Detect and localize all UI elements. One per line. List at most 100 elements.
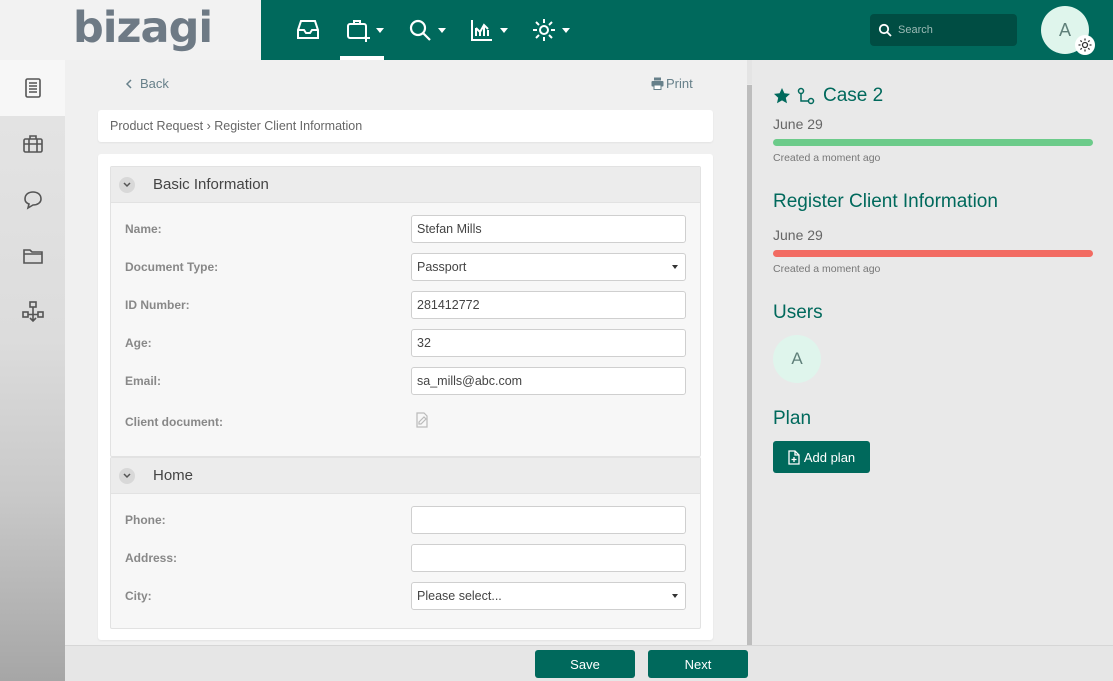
sidebar-item-comments[interactable] xyxy=(0,172,65,228)
star-icon[interactable] xyxy=(773,87,791,105)
nav-inbox[interactable] xyxy=(290,0,322,60)
avatar-settings-icon[interactable] xyxy=(1075,35,1095,55)
select-value: Passport xyxy=(417,260,467,274)
city-select[interactable]: Please select... xyxy=(411,582,686,610)
field-row-address: Address: xyxy=(125,544,687,572)
back-link[interactable]: Back xyxy=(123,76,169,91)
breadcrumb: Product Request › Register Client Inform… xyxy=(98,110,713,142)
field-label: Client document: xyxy=(125,415,223,429)
main-nav xyxy=(290,0,588,60)
phone-input[interactable] xyxy=(411,506,686,534)
document-type-select[interactable]: Passport xyxy=(411,253,686,281)
users-title: Users xyxy=(773,302,823,323)
group-title: Home xyxy=(153,467,194,484)
field-label: Name: xyxy=(125,222,162,236)
address-input[interactable] xyxy=(411,544,686,572)
email-input[interactable]: sa_mills@abc.com xyxy=(411,367,686,395)
field-row-id-number: ID Number: 281412772 xyxy=(125,291,687,319)
printer-icon xyxy=(651,77,664,90)
form-card: Basic Information Name: Stefan Mills Doc… xyxy=(98,154,713,640)
field-label: Age: xyxy=(125,336,152,350)
field-label: Phone: xyxy=(125,513,166,527)
print-label: Print xyxy=(666,76,693,91)
add-plan-button[interactable]: Add plan xyxy=(773,441,870,473)
nav-analytics[interactable] xyxy=(464,0,508,60)
add-document-icon xyxy=(788,449,800,465)
field-label: ID Number: xyxy=(125,298,190,312)
bottom-action-bar: Save Next xyxy=(65,645,1113,681)
chevron-down-icon xyxy=(562,27,570,33)
field-row-age: Age: 32 xyxy=(125,329,687,357)
save-button[interactable]: Save xyxy=(535,650,635,678)
sidebar-item-work-portal[interactable] xyxy=(0,116,65,172)
search-box[interactable] xyxy=(870,14,1017,46)
chevron-left-icon xyxy=(125,78,132,89)
field-row-email: Email: sa_mills@abc.com xyxy=(125,367,687,395)
field-label: Document Type: xyxy=(125,260,219,274)
age-input[interactable]: 32 xyxy=(411,329,686,357)
name-input[interactable]: Stefan Mills xyxy=(411,215,686,243)
field-label: Address: xyxy=(125,551,178,565)
analytics-icon xyxy=(471,20,492,41)
search-icon xyxy=(409,19,431,41)
folder-icon xyxy=(22,249,43,264)
plan-title: Plan xyxy=(773,408,812,429)
inbox-icon xyxy=(297,20,319,39)
comment-icon xyxy=(23,191,42,210)
right-panel: Case 2 June 29 Created a moment ago Regi… xyxy=(752,60,1113,645)
group-header[interactable]: Basic Information xyxy=(111,167,700,203)
left-sidebar xyxy=(0,60,65,681)
sidebar-item-files[interactable] xyxy=(0,228,65,284)
new-case-icon xyxy=(347,20,370,42)
chevron-down-icon xyxy=(119,467,135,484)
field-label: City: xyxy=(125,589,152,603)
task-progress-bar xyxy=(773,250,1093,257)
nav-admin[interactable] xyxy=(526,0,570,60)
dropdown-caret-icon xyxy=(672,594,678,598)
field-row-document-type: Document Type: Passport xyxy=(125,253,687,281)
group-header[interactable]: Home xyxy=(111,458,700,494)
case-date: June 29 xyxy=(773,116,823,132)
case-title: Case 2 xyxy=(823,85,884,106)
task-title: Register Client Information xyxy=(773,191,998,212)
group-basic-information: Basic Information Name: Stefan Mills Doc… xyxy=(110,166,701,457)
id-number-input[interactable]: 281412772 xyxy=(411,291,686,319)
chevron-down-icon xyxy=(500,27,508,33)
dropdown-caret-icon xyxy=(672,265,678,269)
case-created: Created a moment ago xyxy=(773,152,881,164)
chevron-down-icon xyxy=(376,27,384,33)
process-icon xyxy=(797,87,815,105)
field-row-client-document: Client document: xyxy=(125,408,687,436)
group-title: Basic Information xyxy=(153,176,269,193)
search-input[interactable] xyxy=(898,24,1008,36)
chevron-down-icon xyxy=(438,27,446,33)
group-home: Home Phone: Address: City: Please select… xyxy=(110,457,701,629)
briefcase-icon xyxy=(22,135,43,153)
next-button[interactable]: Next xyxy=(648,650,748,678)
field-row-phone: Phone: xyxy=(125,506,687,534)
field-label: Email: xyxy=(125,374,162,388)
nav-new-case[interactable] xyxy=(340,0,384,60)
file-upload-icon[interactable] xyxy=(415,412,429,431)
task-date: June 29 xyxy=(773,227,823,243)
bizagi-logo[interactable]: bizagi xyxy=(73,3,213,53)
gear-icon xyxy=(533,19,555,41)
back-label: Back xyxy=(140,76,169,91)
nav-search[interactable] xyxy=(402,0,446,60)
case-progress-bar xyxy=(773,139,1093,146)
field-row-city: City: Please select... xyxy=(125,582,687,610)
case-header: Case 2 xyxy=(773,85,883,107)
chevron-down-icon xyxy=(119,176,135,193)
document-list-icon xyxy=(24,78,41,98)
task-created: Created a moment ago xyxy=(773,263,881,275)
logo-area: bizagi xyxy=(0,0,261,60)
search-icon xyxy=(878,23,892,37)
assigned-user-avatar[interactable]: A xyxy=(773,335,821,383)
field-row-name: Name: Stefan Mills xyxy=(125,215,687,243)
sidebar-item-process[interactable] xyxy=(0,284,65,340)
print-link[interactable]: Print xyxy=(651,76,693,91)
top-bar: bizagi A xyxy=(0,0,1113,60)
add-plan-label: Add plan xyxy=(803,449,856,465)
process-flow-icon xyxy=(21,301,44,323)
sidebar-item-summary[interactable] xyxy=(0,60,65,116)
